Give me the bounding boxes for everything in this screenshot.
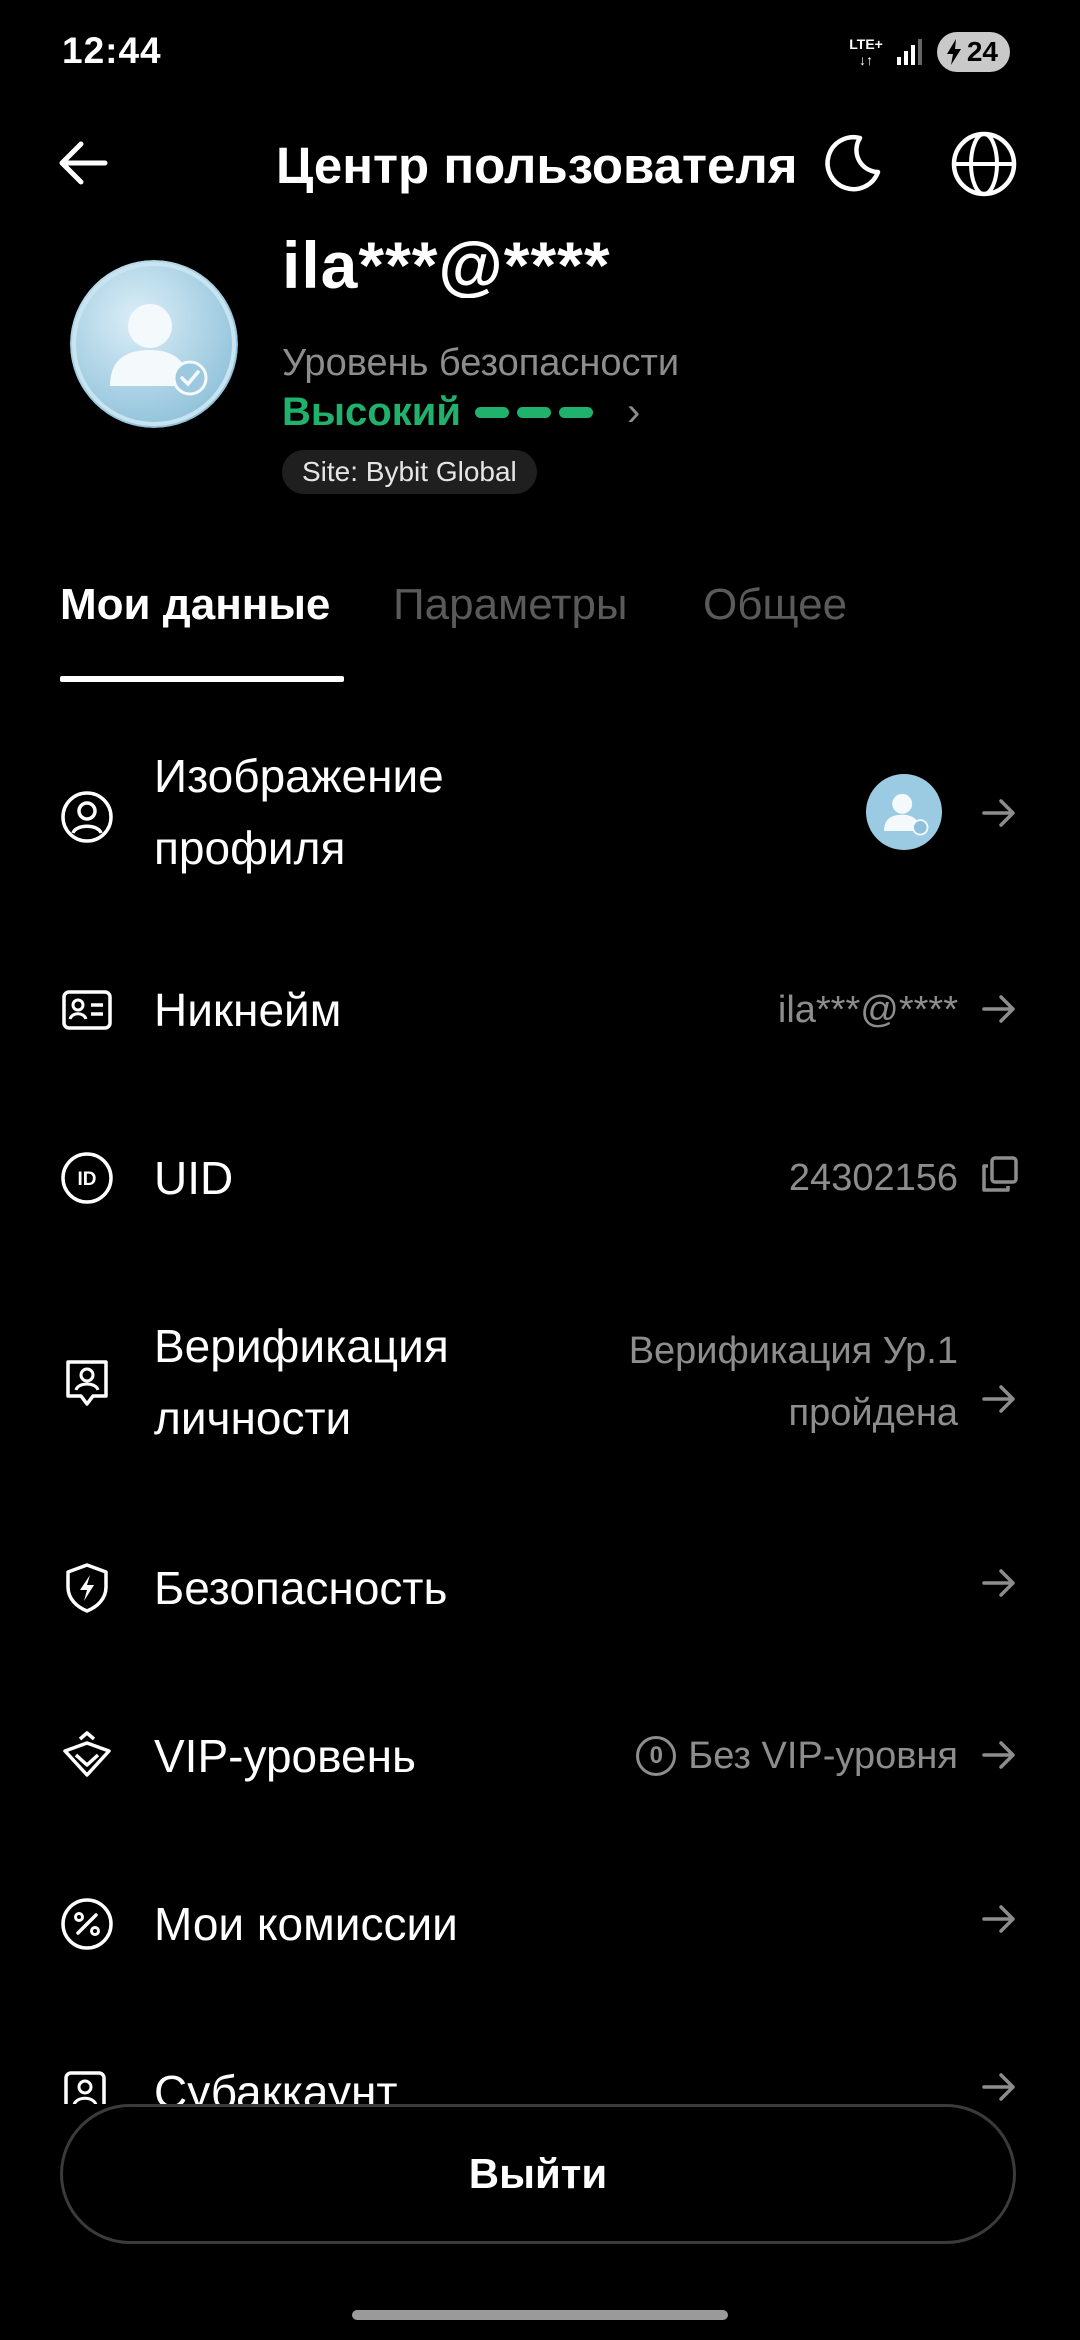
theme-toggle-button[interactable] [822, 132, 884, 194]
arrow-right-icon [982, 1569, 1015, 1597]
security-level-bars [474, 406, 593, 418]
network-arrows: ↓↑ [859, 52, 874, 68]
uid-value: 24302156 [788, 1157, 958, 1199]
network-indicator: LTE+ ↓↑ [849, 36, 883, 68]
id-card-icon [62, 990, 112, 1030]
row-nickname[interactable]: Никнейм ila***@**** [0, 970, 1080, 1050]
row-security[interactable]: Безопасность [0, 1548, 1080, 1628]
verification-status: Верификация Ур.1 [628, 1330, 958, 1372]
moon-icon [825, 134, 881, 192]
arrow-right-icon [982, 1741, 1015, 1769]
shield-bolt-icon [66, 1563, 108, 1613]
row-profile-image[interactable]: Изображение профиля [0, 740, 1080, 890]
language-button[interactable] [950, 130, 1018, 198]
site-badge: Site: Bybit Global [282, 450, 537, 494]
row-identity-verification[interactable]: Верификация личности Верификация Ур.1 пр… [0, 1310, 1080, 1460]
arrow-right-icon [982, 1385, 1015, 1413]
tab-parameters[interactable]: Параметры [393, 580, 628, 630]
row-uid: ID UID 24302156 [0, 1138, 1080, 1218]
back-arrow-icon [59, 141, 108, 185]
person-frame-icon [66, 1360, 108, 1406]
network-type: LTE+ [849, 36, 883, 52]
tab-my-data[interactable]: Мои данные [60, 580, 330, 630]
home-indicator[interactable] [352, 2310, 728, 2320]
status-icons: LTE+ ↓↑ 24 [849, 30, 1010, 74]
security-level-link[interactable]: Высокий › [282, 390, 640, 434]
row-my-fees[interactable]: Мои комиссии [0, 1884, 1080, 1964]
signal-icon [896, 39, 922, 65]
row-label: Мои комиссии [154, 1898, 458, 1950]
vip-zero-badge: 0 [636, 1736, 677, 1776]
percent-icon [61, 1898, 113, 1950]
arrow-right-icon [982, 799, 1015, 827]
row-vip-level[interactable]: VIP-уровень 0 Без VIP-уровня [0, 1716, 1080, 1796]
globe-icon [951, 131, 1017, 197]
crown-icon [63, 1731, 111, 1777]
status-time: 12:44 [62, 30, 162, 71]
row-label: UID [154, 1152, 234, 1204]
default-avatar-icon [70, 260, 238, 428]
copy-icon[interactable] [978, 1154, 1020, 1196]
subaccount-icon [64, 2071, 106, 2104]
svg-text:ID: ID [78, 1169, 97, 1190]
charging-bolt-icon [946, 39, 961, 65]
vip-status: 0 Без VIP-уровня [636, 1725, 958, 1787]
row-label: Субаккаунт [154, 2066, 398, 2104]
chevron-right-icon: › [626, 389, 641, 434]
avatar[interactable] [70, 260, 238, 428]
nickname-value: ila***@**** [777, 989, 958, 1031]
row-label: профиля [154, 822, 346, 874]
verification-status-line2: пройдена [788, 1392, 959, 1434]
tab-general[interactable]: Общее [703, 580, 847, 630]
arrow-right-icon [982, 2073, 1015, 2101]
security-level-label: Уровень безопасности [282, 342, 680, 384]
arrow-right-icon [982, 995, 1015, 1023]
row-label: Верификация [154, 1320, 449, 1372]
row-label: Изображение [154, 750, 444, 802]
active-tab-indicator [60, 676, 344, 682]
logout-button[interactable]: Выйти [60, 2104, 1016, 2244]
row-label: Никнейм [154, 984, 342, 1036]
user-name: ila***@**** [282, 232, 611, 298]
arrow-right-icon [982, 1905, 1015, 1933]
id-badge-icon: ID [61, 1152, 113, 1204]
battery-level: 24 [966, 36, 998, 67]
security-level-value: Высокий [282, 389, 461, 434]
user-circle-icon [61, 791, 113, 843]
row-subaccount[interactable]: Субаккаунт [0, 2052, 1080, 2104]
row-label: VIP-уровень [154, 1730, 416, 1782]
battery-indicator: 24 [936, 32, 1010, 72]
page-title: Центр пользователя [276, 137, 798, 194]
row-label: Безопасность [154, 1562, 448, 1614]
back-button[interactable] [55, 135, 111, 191]
avatar-thumbnail [866, 774, 942, 850]
vip-value: Без VIP-уровня [688, 1734, 958, 1777]
row-label: личности [154, 1392, 352, 1444]
